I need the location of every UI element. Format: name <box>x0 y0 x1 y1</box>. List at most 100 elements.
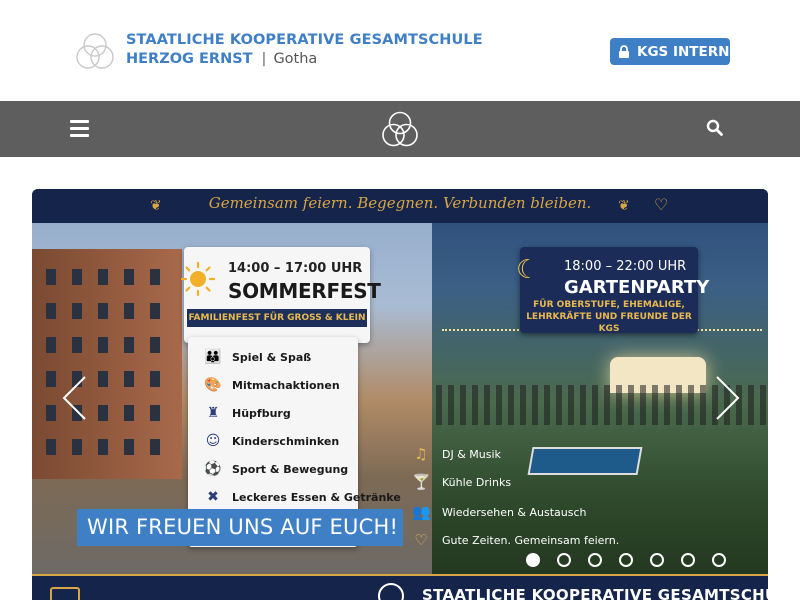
moon-icon: ☾ <box>516 255 540 285</box>
building-window <box>150 439 160 455</box>
rings-logo-icon[interactable] <box>380 111 420 148</box>
building-window <box>150 303 160 319</box>
title-separator: | <box>261 51 267 67</box>
main-navbar <box>0 101 800 157</box>
building-window <box>98 405 108 421</box>
leaf-right-icon: ❦ <box>618 198 630 214</box>
building-window <box>46 337 56 353</box>
gartenparty-subtitle: FÜR OBERSTUFE, EHEMALIGE, LEHRKRÄFTE UND… <box>526 300 692 334</box>
group-icon: 👥 <box>412 503 431 521</box>
slider-pagination <box>526 553 726 567</box>
school-subtitle: HERZOG ERNST | Gotha <box>126 50 317 69</box>
building-window <box>124 405 134 421</box>
people-icon: 👪 <box>204 349 222 365</box>
activity-label: Leckeres Essen & Getränke <box>232 490 401 504</box>
gartenparty-title: GARTENPARTY <box>564 277 710 298</box>
sommerfest-title: SOMMERFEST <box>228 279 381 303</box>
feature-item: 🍸 Kühle Drinks <box>412 473 511 491</box>
face-icon: ☺ <box>205 433 221 449</box>
building-window <box>98 439 108 455</box>
kgs-intern-button[interactable]: KGS INTERN <box>610 38 730 65</box>
cutlery-icon: ✖ <box>207 489 219 505</box>
cocktail-icon: 🍸 <box>412 473 431 491</box>
activity-label: Kinderschminken <box>232 434 340 448</box>
building-window <box>46 405 56 421</box>
feature-item: 👥 Wiedersehen & Austausch <box>412 503 587 521</box>
ping-pong-table <box>527 447 643 475</box>
activity-item: 🎨 Mitmachaktionen <box>204 377 340 393</box>
building-window <box>46 269 56 285</box>
building-window <box>72 303 82 319</box>
slider-prev-button[interactable] <box>60 375 90 421</box>
bottom-banner-text: STAATLICHE KOOPERATIVE GESAMTSCHULE <box>422 586 768 600</box>
sommerfest-subtitle: FAMILIENFEST FÜR GROSS & KLEIN <box>187 309 367 327</box>
sun-icon <box>180 261 216 297</box>
sommerfest-time: 14:00 – 17:00 UHR <box>228 261 363 276</box>
activity-item: ⚽ Sport & Bewegung <box>204 461 348 477</box>
music-icon: ♫ <box>414 445 428 463</box>
school-subname[interactable]: HERZOG ERNST <box>126 51 253 67</box>
heart-outline-icon: ♡ <box>654 195 669 214</box>
slide-caption: WIR FREUEN UNS AUF EUCH! <box>77 509 403 546</box>
gartenparty-time: 18:00 – 22:00 UHR <box>564 259 687 274</box>
school-city: Gotha <box>273 51 318 67</box>
activity-item: 👪 Spiel & Spaß <box>204 349 311 365</box>
feature-item: ♫ DJ & Musik <box>412 445 501 463</box>
activity-label: Spiel & Spaß <box>232 350 312 364</box>
building-window <box>124 303 134 319</box>
building-window <box>98 303 108 319</box>
activity-item: ☺ Kinderschminken <box>204 433 339 449</box>
building-window <box>150 405 160 421</box>
hero-slider[interactable]: ❦ Gemeinsam feiern. Begegnen. Verbunden … <box>32 189 768 600</box>
calendar-icon <box>50 587 80 600</box>
palette-icon: 🎨 <box>204 377 222 393</box>
school-name[interactable]: STAATLICHE KOOPERATIVE GESAMTSCHULE <box>126 31 483 50</box>
feature-label: Wiedersehen & Austausch <box>442 505 587 519</box>
ball-icon: ⚽ <box>204 461 222 477</box>
castle-icon: ♜ <box>206 405 220 421</box>
building-window <box>98 337 108 353</box>
slider-dot[interactable] <box>588 553 602 567</box>
slider-dot[interactable] <box>526 553 540 567</box>
building-window <box>98 371 108 387</box>
building-window <box>46 439 56 455</box>
feature-label: Gute Zeiten. Gemeinsam feiern. <box>442 533 620 547</box>
slider-next-button[interactable] <box>712 375 742 421</box>
building-window <box>46 303 56 319</box>
building-window <box>124 269 134 285</box>
activity-label: Sport & Bewegung <box>232 462 349 476</box>
slider-dot[interactable] <box>681 553 695 567</box>
building-window <box>150 337 160 353</box>
activity-item: ✖ Leckeres Essen & Getränke <box>204 489 401 505</box>
activity-label: Hüpfburg <box>232 406 291 420</box>
building-window <box>72 269 82 285</box>
building-window <box>124 337 134 353</box>
chevron-right-icon <box>716 376 740 420</box>
activity-item: ♜ Hüpfburg <box>204 405 291 421</box>
slider-dot[interactable] <box>619 553 633 567</box>
kgs-intern-label: KGS INTERN <box>637 43 730 60</box>
school-logo-icon[interactable] <box>74 32 116 70</box>
heart-icon: ♡ <box>414 531 428 549</box>
lock-icon <box>619 45 629 58</box>
slider-dot[interactable] <box>650 553 664 567</box>
building-window <box>124 371 134 387</box>
slider-dot[interactable] <box>712 553 726 567</box>
building-window <box>150 269 160 285</box>
hamburger-menu-icon[interactable] <box>70 120 89 137</box>
building-window <box>72 337 82 353</box>
building-window <box>98 269 108 285</box>
building-window <box>124 439 134 455</box>
building-window <box>46 371 56 387</box>
building-window <box>150 371 160 387</box>
site-header: STAATLICHE KOOPERATIVE GESAMTSCHULE HERZ… <box>0 0 800 101</box>
building-window <box>72 439 82 455</box>
feature-label: Kühle Drinks <box>442 475 512 489</box>
slider-dot[interactable] <box>557 553 571 567</box>
school-building <box>32 249 182 479</box>
chevron-left-icon <box>62 376 86 420</box>
feature-label: DJ & Musik <box>442 447 501 461</box>
activity-label: Mitmachaktionen <box>232 378 340 392</box>
feature-item: ♡ Gute Zeiten. Gemeinsam feiern. <box>412 531 619 549</box>
search-icon[interactable] <box>706 119 724 137</box>
